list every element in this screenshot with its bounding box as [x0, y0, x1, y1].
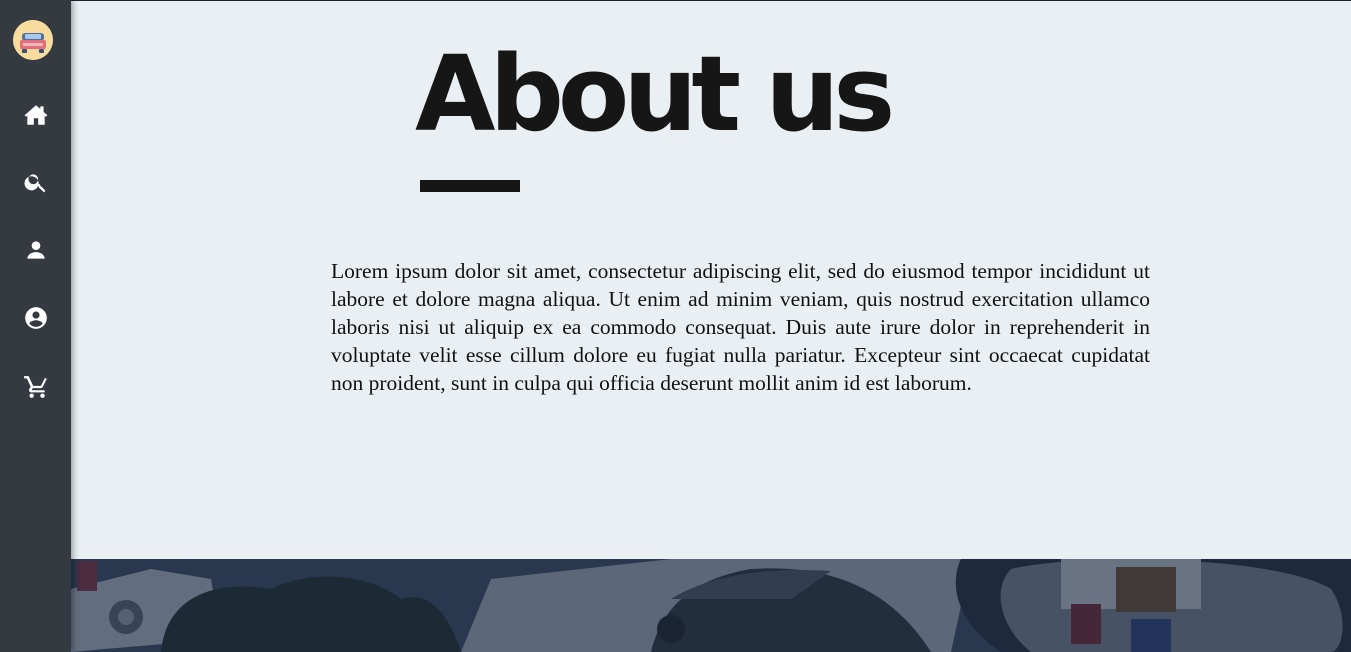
car-logo-icon[interactable] — [13, 20, 53, 60]
about-paragraph: Lorem ipsum dolor sit amet, consectetur … — [331, 259, 1150, 395]
sidebar-item-home[interactable] — [0, 90, 71, 140]
sidebar-item-cart[interactable] — [0, 362, 71, 412]
sidebar-item-account[interactable] — [0, 293, 71, 343]
search-icon — [24, 174, 46, 193]
sidebar-item-search[interactable] — [0, 157, 71, 207]
sidebar — [0, 0, 71, 652]
account-circle-icon — [24, 307, 47, 329]
title-underline — [420, 180, 520, 192]
sidebar-item-user[interactable] — [0, 225, 71, 275]
home-icon — [24, 105, 47, 125]
cart-icon — [23, 376, 47, 398]
top-divider — [71, 0, 1351, 1]
page-title: About us — [415, 33, 895, 155]
person-icon — [26, 241, 45, 259]
showroom-banner-image — [71, 559, 1351, 652]
